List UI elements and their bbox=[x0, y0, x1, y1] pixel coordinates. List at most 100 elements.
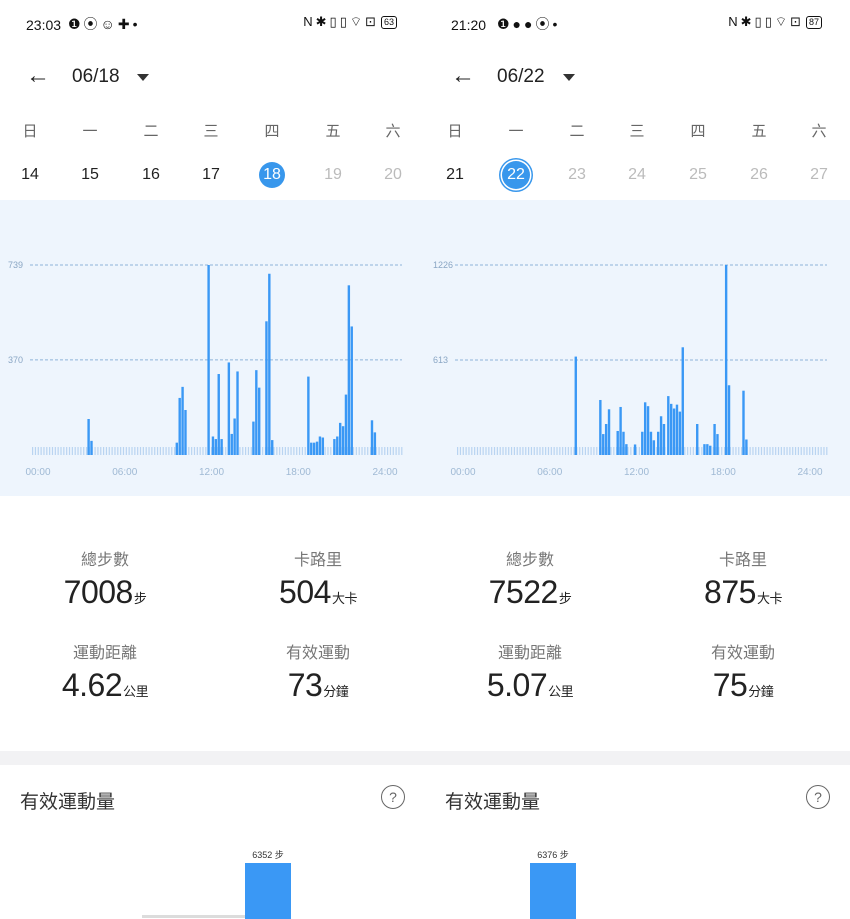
chart-bar bbox=[333, 439, 336, 455]
baseline-tick bbox=[298, 447, 301, 455]
chart-bar bbox=[255, 370, 258, 455]
date-cell-future: 24 bbox=[628, 166, 646, 183]
stat-value: 75 bbox=[712, 667, 748, 703]
notification-icons: ❶●●⦿• bbox=[497, 16, 561, 32]
date-cell-selected[interactable]: 18 bbox=[259, 162, 285, 188]
chart-bar bbox=[344, 394, 348, 455]
back-arrow-icon[interactable]: ← bbox=[24, 62, 52, 90]
date-cell-future: 19 bbox=[324, 166, 342, 183]
baseline-tick bbox=[111, 447, 113, 455]
stat-value: 7008 bbox=[63, 574, 134, 610]
chart-bar bbox=[652, 440, 656, 455]
weekday-label: 二 bbox=[569, 123, 585, 140]
y-guide-label: 1226 bbox=[433, 260, 453, 270]
dropdown-caret-icon[interactable] bbox=[137, 74, 149, 81]
baseline-tick bbox=[358, 447, 360, 455]
baseline-tick bbox=[513, 447, 515, 455]
baseline-tick bbox=[505, 447, 507, 455]
stat-value: 875 bbox=[704, 574, 756, 610]
date-row: 14 15 16 17 18 19 20 bbox=[0, 162, 425, 190]
baseline-tick bbox=[692, 447, 694, 455]
baseline-tick bbox=[188, 447, 190, 455]
stat-steps: 總步數 7008步 bbox=[20, 546, 190, 611]
date-cell[interactable]: 21 bbox=[435, 166, 475, 184]
baseline-tick bbox=[457, 447, 459, 455]
baseline-tick bbox=[148, 447, 150, 455]
baseline-tick bbox=[103, 447, 105, 455]
stat-calories: 卡路里 875大卡 bbox=[658, 546, 828, 611]
weekday-row: 日 一 二 三 四 五 六 bbox=[425, 120, 850, 144]
baseline-tick bbox=[493, 447, 496, 455]
weekday-label: 一 bbox=[82, 123, 98, 140]
baseline-tick bbox=[117, 447, 119, 455]
dropdown-caret-icon[interactable] bbox=[563, 74, 575, 81]
baseline-tick bbox=[735, 447, 737, 455]
stat-value-wrap: 875大卡 bbox=[658, 574, 828, 611]
date-title[interactable]: 06/22 bbox=[497, 66, 545, 88]
baseline-tick bbox=[627, 447, 629, 455]
chart-bar bbox=[220, 439, 223, 455]
steps-chart: 613 1226 00:00 06:00 12:00 18:00 24:00 bbox=[425, 200, 850, 496]
baseline-tick bbox=[502, 447, 504, 455]
chart-bar bbox=[90, 440, 93, 455]
stat-unit: 步 bbox=[558, 591, 572, 606]
status-bar: 21:20 ❶●●⦿• N✱▯▯⌔⊡ 87 bbox=[425, 0, 850, 50]
baseline-tick bbox=[596, 447, 598, 455]
baseline-tick bbox=[826, 447, 828, 455]
baseline-tick bbox=[159, 447, 161, 455]
stat-label: 總步數 bbox=[80, 552, 129, 569]
date-cell[interactable]: 16 bbox=[131, 166, 171, 184]
date-cell-selected[interactable]: 22 bbox=[502, 161, 530, 189]
chart-bar bbox=[667, 396, 670, 455]
exercise-bar bbox=[530, 863, 576, 919]
baseline-tick bbox=[387, 447, 389, 455]
chart-bar bbox=[178, 397, 181, 455]
baseline-tick bbox=[797, 447, 799, 455]
status-bar: 23:03 ❶⦿☺✚• N✱▯▯⌔⊡ 63 bbox=[0, 0, 425, 50]
date-cell[interactable]: 17 bbox=[191, 166, 231, 184]
baseline-tick bbox=[471, 447, 473, 455]
chart-bar bbox=[268, 273, 271, 455]
stat-unit: 步 bbox=[133, 591, 147, 606]
baseline-tick bbox=[395, 447, 397, 455]
date-cell-future: 20 bbox=[384, 166, 402, 183]
baseline-tick bbox=[613, 447, 615, 455]
baseline-tick bbox=[381, 447, 383, 455]
stat-label: 卡路里 bbox=[293, 552, 342, 569]
stat-unit: 公里 bbox=[123, 684, 149, 699]
section-title: 有效運動量 bbox=[445, 792, 541, 813]
stat-label: 有效運動 bbox=[285, 645, 350, 662]
baseline-tick bbox=[741, 447, 743, 455]
baseline-tick bbox=[168, 447, 170, 455]
help-icon[interactable]: ? bbox=[806, 785, 830, 809]
bar-value-label: 6376 步 bbox=[537, 850, 569, 860]
baseline-tick bbox=[296, 447, 298, 455]
baseline-tick bbox=[151, 447, 153, 455]
battery-icon: 63 bbox=[380, 16, 397, 30]
baseline-tick bbox=[301, 447, 303, 455]
baseline-tick bbox=[573, 447, 575, 455]
chart-bar bbox=[745, 439, 748, 455]
chart-bar bbox=[656, 431, 660, 455]
stat-value: 73 bbox=[287, 667, 323, 703]
baseline-tick bbox=[262, 447, 264, 455]
baseline-tick bbox=[823, 447, 825, 455]
stat-unit: 大卡 bbox=[756, 591, 783, 606]
date-cell[interactable]: 15 bbox=[70, 166, 110, 184]
chart-bar bbox=[681, 347, 684, 455]
baseline-tick bbox=[199, 447, 201, 455]
baseline-tick bbox=[60, 447, 62, 455]
back-arrow-icon[interactable]: ← bbox=[449, 62, 477, 90]
stat-value-wrap: 75分鐘 bbox=[658, 667, 828, 704]
chart-bar bbox=[622, 431, 625, 455]
stat-unit: 公里 bbox=[548, 684, 574, 699]
baseline-tick bbox=[758, 447, 760, 455]
chart-bar bbox=[604, 424, 608, 455]
baseline-tick bbox=[196, 447, 198, 455]
baseline-tick bbox=[85, 447, 88, 455]
date-cell[interactable]: 14 bbox=[10, 166, 50, 184]
help-icon[interactable]: ? bbox=[381, 785, 405, 809]
baseline-tick bbox=[738, 447, 740, 455]
date-title[interactable]: 06/18 bbox=[72, 66, 120, 88]
baseline-tick bbox=[550, 447, 552, 455]
